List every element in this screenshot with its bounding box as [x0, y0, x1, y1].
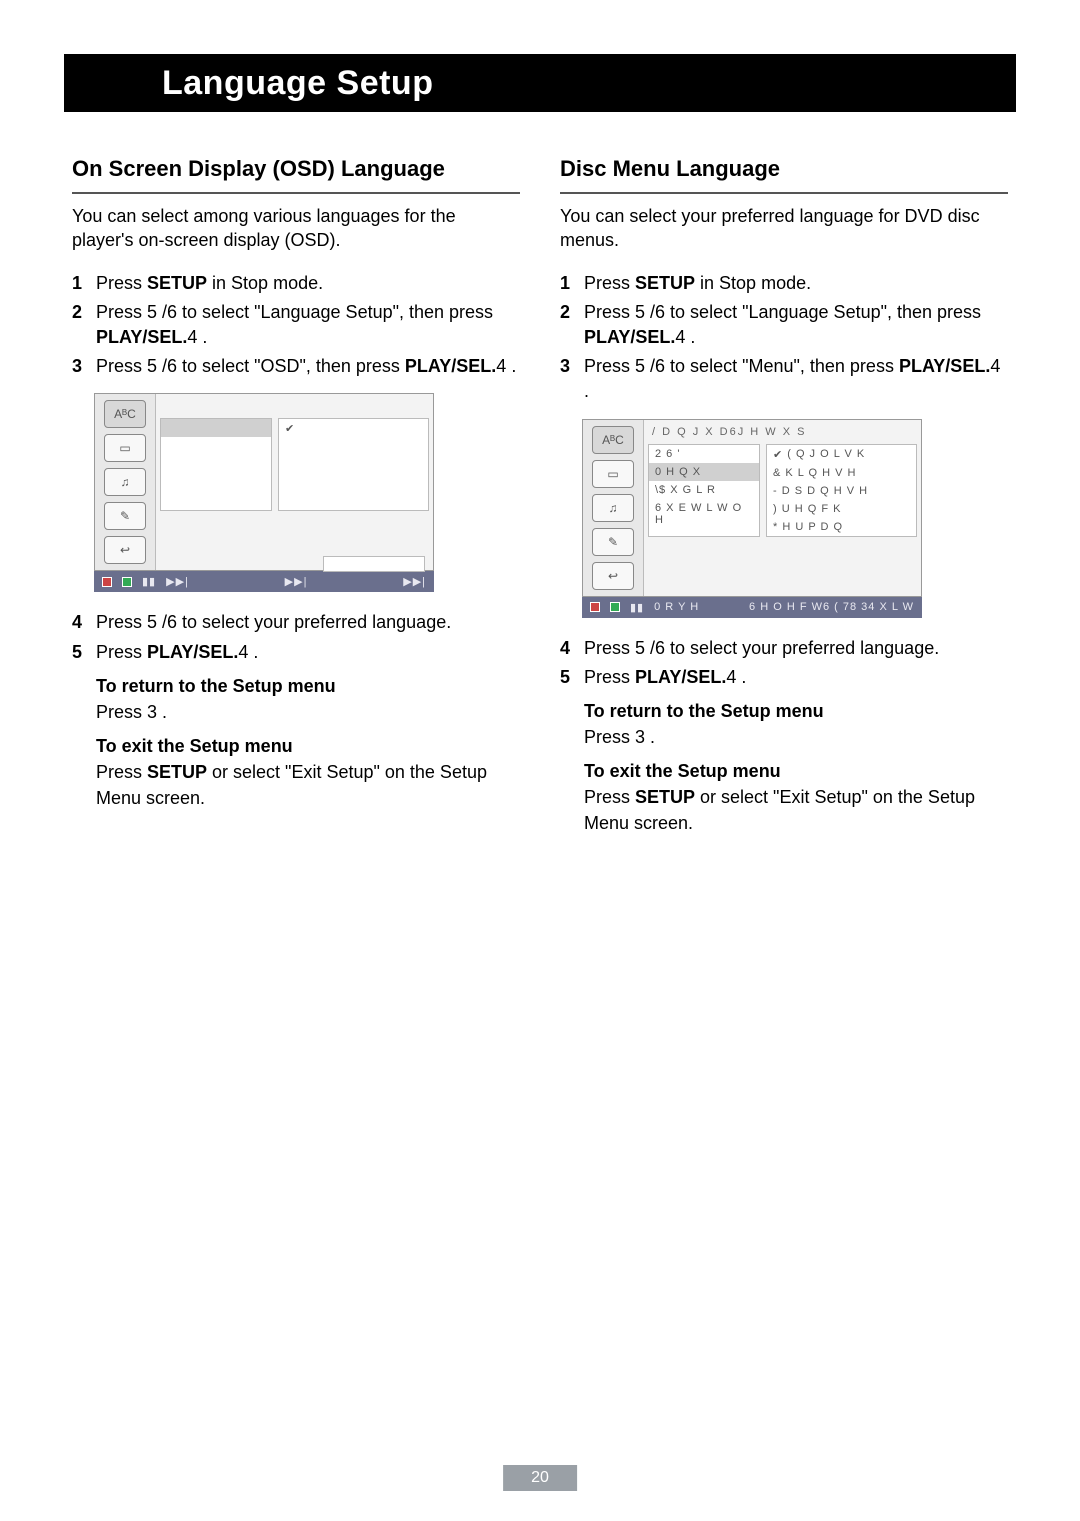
- exit-heading: To exit the Setup menu: [584, 758, 1008, 784]
- step-number: 2: [72, 300, 96, 350]
- footer-dot-icon: [590, 602, 600, 612]
- osd-title: [160, 398, 429, 414]
- return-body: Press 3 .: [96, 699, 520, 725]
- step-number: 4: [72, 610, 96, 635]
- step-text: Press PLAY/SEL.4 .: [584, 665, 1008, 690]
- step-number: 1: [560, 271, 584, 296]
- lang-tab-icon: AᴮC: [592, 426, 634, 454]
- footer-dot-icon: [122, 577, 132, 587]
- tools-tab-icon: ✎: [104, 502, 146, 530]
- step-text: Press 5 /6 to select "Menu", then press …: [584, 354, 1008, 404]
- footer-skip-icon: ▶▶|: [403, 575, 426, 588]
- osd-right-list: ✔: [278, 418, 429, 511]
- lang-tab-icon: AᴮC: [104, 400, 146, 428]
- step-number: 2: [560, 300, 584, 350]
- osd-language-section: On Screen Display (OSD) Language You can…: [72, 156, 520, 836]
- footer-pause-icon: ▮▮: [630, 601, 644, 614]
- step-number: 3: [72, 354, 96, 379]
- step-number: 5: [72, 640, 96, 665]
- step-text: Press 5 /6 to select "Language Setup", t…: [584, 300, 1008, 350]
- return-heading: To return to the Setup menu: [584, 698, 1008, 724]
- step-text: Press SETUP in Stop mode.: [96, 271, 520, 296]
- footer-dot-icon: [610, 602, 620, 612]
- check-icon: ✔: [773, 448, 783, 461]
- exit-heading: To exit the Setup menu: [96, 733, 520, 759]
- section-heading: Disc Menu Language: [560, 156, 1008, 194]
- audio-tab-icon: ♫: [592, 494, 634, 522]
- return-heading: To return to the Setup menu: [96, 673, 520, 699]
- exit-body: Press SETUP or select "Exit Setup" on th…: [96, 759, 520, 811]
- osd-screenshot-right: AᴮC ▭ ♫ ✎ ↩ / D Q J X D6J H W X S 2 6 ' …: [582, 419, 922, 618]
- step-text: Press 5 /6 to select your preferred lang…: [96, 610, 520, 635]
- step-number: 4: [560, 636, 584, 661]
- step-text: Press 5 /6 to select your preferred lang…: [584, 636, 1008, 661]
- osd-right-list: ✔( Q J O L V K & K L Q H V H - D S D Q H…: [766, 444, 917, 537]
- tools-tab-icon: ✎: [592, 528, 634, 556]
- check-icon: ✔: [285, 422, 295, 435]
- step-number: 3: [560, 354, 584, 404]
- video-tab-icon: ▭: [592, 460, 634, 488]
- section-heading: On Screen Display (OSD) Language: [72, 156, 520, 194]
- footer-move-label: 0 R Y H: [654, 601, 699, 613]
- step-text: Press 5 /6 to select "Language Setup", t…: [96, 300, 520, 350]
- manual-page: Language Setup On Screen Display (OSD) L…: [0, 0, 1080, 1521]
- osd-hint-box: [323, 556, 425, 572]
- return-body: Press 3 .: [584, 724, 1008, 750]
- page-number: 20: [503, 1465, 577, 1491]
- osd-title: / D Q J X D6J H W X S: [648, 424, 917, 440]
- osd-footer: ▮▮ ▶▶| ▶▶| ▶▶|: [94, 571, 434, 592]
- step-number: 5: [560, 665, 584, 690]
- footer-dot-icon: [102, 577, 112, 587]
- exit-body: Press SETUP or select "Exit Setup" on th…: [584, 784, 1008, 836]
- title-accent-box: [66, 56, 146, 110]
- disc-menu-language-section: Disc Menu Language You can select your p…: [560, 156, 1008, 836]
- osd-left-list: 2 6 ' 0 H Q X \$ X G L R 6 X E W L W O H: [648, 444, 760, 537]
- exit-tab-icon: ↩: [104, 536, 146, 564]
- footer-skip-icon: ▶▶|: [285, 575, 308, 588]
- step-text: Press 5 /6 to select "OSD", then press P…: [96, 354, 520, 379]
- footer-select-label: 6 H O H F W6 ( 78 34 X L W: [749, 601, 914, 613]
- page-title: Language Setup: [146, 56, 1014, 110]
- step-number: 1: [72, 271, 96, 296]
- osd-left-list: [160, 418, 272, 511]
- section-intro: You can select among various languages f…: [72, 204, 520, 253]
- step-text: Press PLAY/SEL.4 .: [96, 640, 520, 665]
- footer-skip-icon: ▶▶|: [166, 575, 189, 588]
- video-tab-icon: ▭: [104, 434, 146, 462]
- audio-tab-icon: ♫: [104, 468, 146, 496]
- osd-screenshot-left: AᴮC ▭ ♫ ✎ ↩ ✔: [94, 393, 434, 592]
- exit-tab-icon: ↩: [592, 562, 634, 590]
- section-intro: You can select your preferred language f…: [560, 204, 1008, 253]
- osd-footer: ▮▮ 0 R Y H 6 H O H F W6 ( 78 34 X L W: [582, 597, 922, 618]
- step-text: Press SETUP in Stop mode.: [584, 271, 1008, 296]
- footer-pause-icon: ▮▮: [142, 575, 156, 588]
